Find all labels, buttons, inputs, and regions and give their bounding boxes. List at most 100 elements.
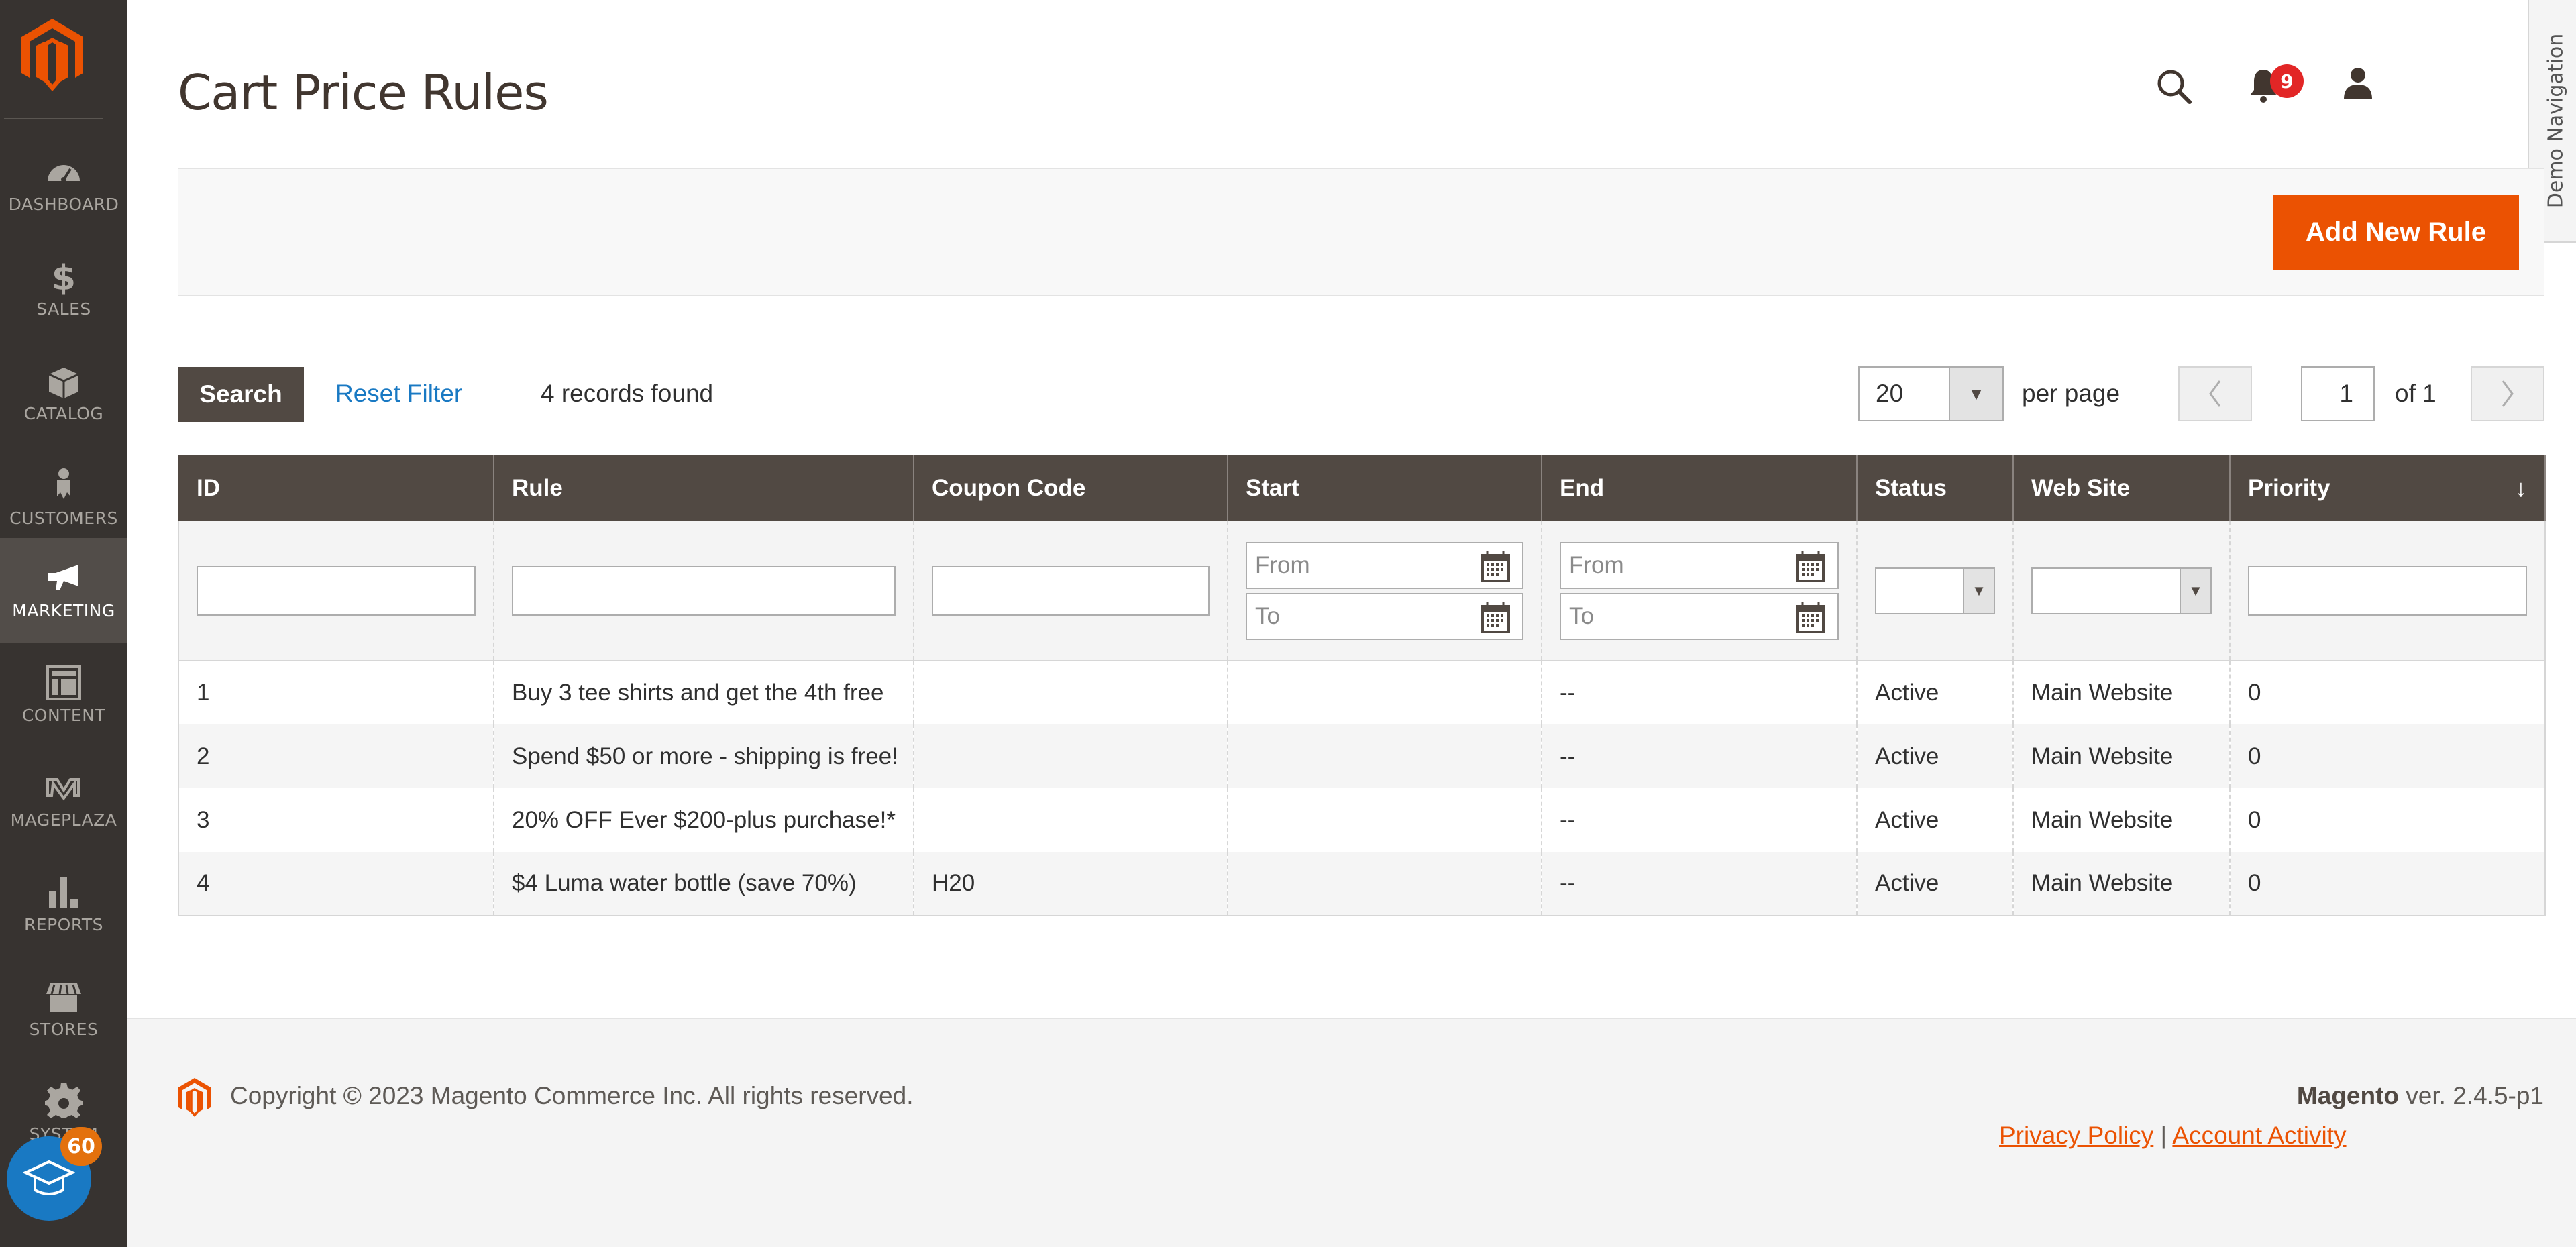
notifications-badge: 9 — [2270, 64, 2304, 98]
magento-logo[interactable] — [21, 19, 83, 91]
filter-start-to-input[interactable] — [1247, 594, 1467, 639]
current-page-input[interactable] — [2301, 366, 2375, 421]
mageplaza-icon — [44, 769, 84, 806]
sidebar-item-label: DASHBOARD — [8, 195, 119, 214]
page-title: Cart Price Rules — [178, 64, 549, 121]
filter-end-to-field — [1560, 592, 1839, 640]
column-header-web-site[interactable]: Web Site — [2012, 455, 2231, 521]
version-brand: Magento — [2296, 1082, 2400, 1109]
cell-status: Active — [1856, 852, 2013, 916]
cell-end: -- — [1541, 788, 1857, 852]
cell-rule: $4 Luma water bottle (save 70%) — [493, 852, 914, 916]
filter-website-select[interactable]: ▼ — [2031, 567, 2212, 614]
table-row[interactable]: 4 $4 Luma water bottle (save 70%) H20 --… — [178, 852, 2546, 916]
filter-end-to-input[interactable] — [1561, 594, 1782, 639]
sidebar-item-label: MAGEPLAZA — [10, 810, 117, 830]
cell-priority: 0 — [2229, 724, 2546, 788]
column-header-id[interactable]: ID — [178, 455, 494, 521]
demo-navigation-label: Demo Navigation — [2544, 33, 2568, 209]
cell-website: Main Website — [2012, 852, 2230, 916]
column-header-coupon-code[interactable]: Coupon Code — [913, 455, 1228, 521]
per-page-label: per page — [2022, 380, 2121, 407]
cell-website: Main Website — [2012, 724, 2230, 788]
account-activity-link[interactable]: Account Activity — [2172, 1122, 2346, 1149]
per-page-select[interactable]: 20 ▼ — [1858, 366, 2004, 421]
bar-chart-icon — [44, 873, 84, 911]
column-header-start[interactable]: Start — [1227, 455, 1542, 521]
cell-rule: Buy 3 tee shirts and get the 4th free — [493, 661, 914, 724]
calendar-icon[interactable] — [1478, 601, 1513, 635]
sidebar-item-marketing[interactable]: MARKETING — [0, 538, 127, 643]
calendar-icon[interactable] — [1478, 550, 1513, 584]
magento-footer-logo — [178, 1078, 211, 1117]
filter-row: ▼ ▼ — [178, 521, 2546, 661]
filter-status-select[interactable]: ▼ — [1875, 567, 1995, 614]
calendar-icon[interactable] — [1793, 550, 1828, 584]
column-header-end[interactable]: End — [1541, 455, 1858, 521]
sidebar-item-label: CONTENT — [21, 706, 106, 725]
sort-descending-icon: ↓ — [2515, 474, 2527, 502]
table-row[interactable]: 2 Spend $50 or more - shipping is free! … — [178, 724, 2546, 788]
cell-website: Main Website — [2012, 661, 2230, 724]
filter-start-from-input[interactable] — [1247, 543, 1467, 588]
cell-id: 1 — [178, 661, 494, 724]
dollar-icon: $ — [44, 258, 84, 295]
cell-coupon-code — [913, 661, 1228, 724]
cell-priority: 0 — [2229, 661, 2546, 724]
column-header-status[interactable]: Status — [1856, 455, 2014, 521]
footer-links: Privacy Policy | Account Activity — [1999, 1122, 2347, 1150]
copyright-text: Copyright © 2023 Magento Commerce Inc. A… — [230, 1082, 914, 1109]
previous-page-button[interactable] — [2178, 366, 2252, 421]
filter-rule-input[interactable] — [512, 565, 896, 616]
filter-id-input[interactable] — [197, 565, 476, 616]
box-icon — [44, 362, 84, 400]
sidebar-item-catalog[interactable]: CATALOG — [0, 341, 127, 445]
layout-icon — [44, 664, 84, 702]
filter-start-to-field — [1246, 592, 1523, 640]
sidebar-item-label: CUSTOMERS — [9, 508, 118, 528]
table-row[interactable]: 3 20% OFF Ever $200-plus purchase!* -- A… — [178, 788, 2546, 852]
filter-start-from-field — [1246, 541, 1523, 589]
cell-status: Active — [1856, 788, 2013, 852]
page-actions-bar — [178, 168, 2544, 296]
filter-coupon-code-input[interactable] — [932, 565, 1210, 616]
cell-status: Active — [1856, 724, 2013, 788]
sidebar-item-label: SALES — [36, 299, 91, 319]
sidebar-item-dashboard[interactable]: DASHBOARD — [0, 131, 127, 236]
cell-rule: 20% OFF Ever $200-plus purchase!* — [493, 788, 914, 852]
sidebar-item-sales[interactable]: $ SALES — [0, 236, 127, 341]
calendar-icon[interactable] — [1793, 601, 1828, 635]
cell-id: 2 — [178, 724, 494, 788]
sidebar-item-customers[interactable]: CUSTOMERS — [0, 445, 127, 550]
next-page-button[interactable] — [2471, 366, 2544, 421]
sidebar-item-mageplaza[interactable]: MAGEPLAZA — [0, 747, 127, 852]
sidebar-item-label: STORES — [29, 1020, 99, 1039]
user-account-icon[interactable] — [2341, 66, 2375, 99]
privacy-policy-link[interactable]: Privacy Policy — [1999, 1122, 2153, 1149]
sidebar-item-stores[interactable]: STORES — [0, 957, 127, 1061]
megaphone-icon — [44, 559, 84, 597]
chevron-down-icon: ▼ — [2180, 568, 2210, 613]
reset-filter-link[interactable]: Reset Filter — [335, 380, 462, 408]
filter-priority-input[interactable] — [2248, 565, 2527, 616]
cell-start — [1227, 852, 1542, 916]
cell-start — [1227, 724, 1542, 788]
cell-coupon-code — [913, 788, 1228, 852]
person-icon — [44, 467, 84, 504]
cell-priority: 0 — [2229, 788, 2546, 852]
table-row[interactable]: 1 Buy 3 tee shirts and get the 4th free … — [178, 661, 2546, 724]
sidebar-item-content[interactable]: CONTENT — [0, 643, 127, 747]
global-search-icon[interactable] — [2155, 67, 2194, 106]
cell-end: -- — [1541, 724, 1857, 788]
filter-end-from-input[interactable] — [1561, 543, 1782, 588]
cart-price-rules-grid: ID Rule Coupon Code Start End Status Web… — [178, 455, 2546, 916]
column-header-priority[interactable]: Priority ↓ — [2229, 455, 2546, 521]
records-found-count: 4 records found — [541, 380, 714, 407]
add-new-rule-button[interactable]: Add New Rule — [2273, 195, 2519, 270]
sidebar-item-reports[interactable]: REPORTS — [0, 852, 127, 957]
cell-id: 4 — [178, 852, 494, 916]
cell-start — [1227, 661, 1542, 724]
search-button[interactable]: Search — [178, 367, 304, 422]
column-header-rule[interactable]: Rule — [493, 455, 914, 521]
dashboard-icon — [44, 153, 84, 191]
